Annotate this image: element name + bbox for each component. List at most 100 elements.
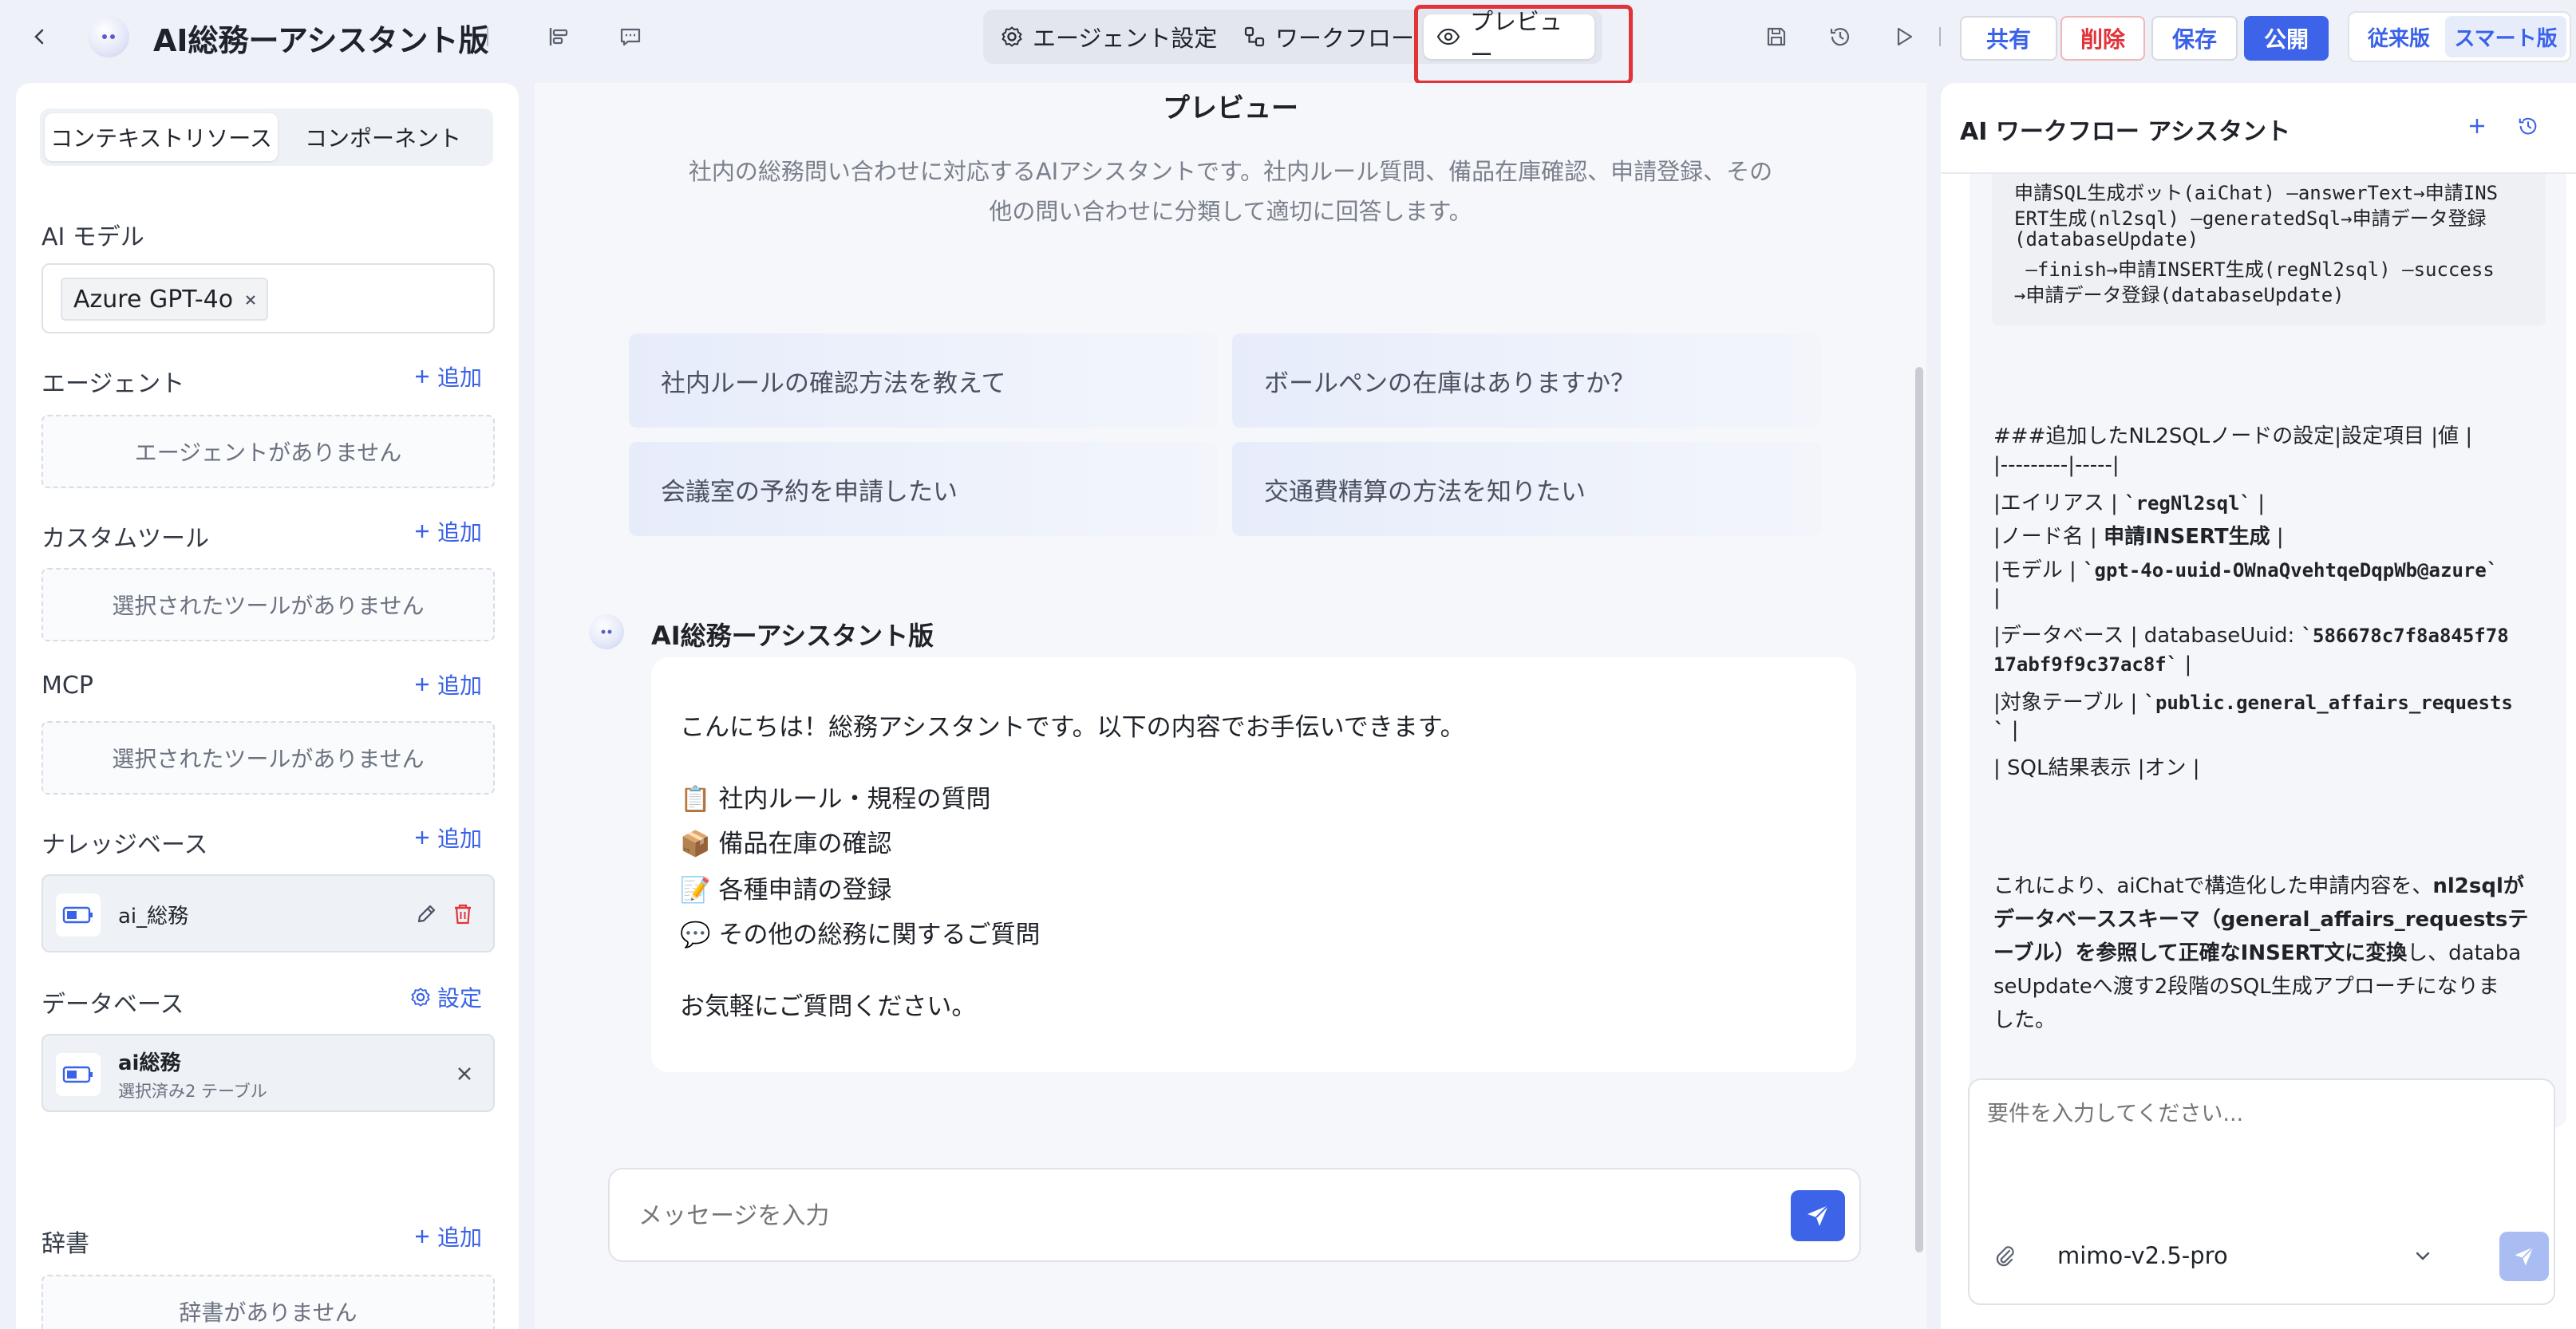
back-chevron-icon[interactable] — [24, 21, 56, 53]
message-list-item: 📦 備品在庫の確認 — [680, 823, 891, 859]
new-chat-plus-icon[interactable] — [2463, 112, 2491, 140]
table-row-db-cont: 17abf9f9c37ac8f` | — [1993, 653, 2191, 676]
model-selector[interactable]: mimo-v2.5-pro — [2057, 1238, 2440, 1273]
add-dictionary-link[interactable]: 追加 — [413, 1221, 482, 1252]
knowledge-item-name: ai_総務 — [118, 905, 189, 929]
workflow-icon — [1243, 26, 1266, 48]
model-tag-label: Azure GPT-4o — [73, 285, 234, 314]
message-list-item: 📝 各種申請の登録 — [680, 870, 891, 905]
mcp-empty: 選択されたツールがありません — [41, 721, 495, 795]
list-item-text: 備品在庫の確認 — [718, 830, 892, 858]
table-row-model: |モデル | `gpt-4o-uuid-OWnaQvehtqeDqpWb@azu… — [1993, 554, 2498, 583]
layout-align-icon[interactable] — [543, 21, 575, 53]
row-end: | — [2178, 653, 2192, 676]
add-custom-tool-link[interactable]: 追加 — [413, 515, 482, 547]
version-smart-option[interactable]: スマート版 — [2445, 16, 2566, 57]
ai-model-select[interactable]: Azure GPT-4o — [41, 263, 495, 333]
history-icon[interactable] — [1824, 21, 1856, 53]
run-play-icon[interactable] — [1888, 21, 1920, 53]
database-item[interactable]: ai総務 選択済み2 テーブル — [41, 1034, 495, 1112]
table-separator: |---------|-----| — [1993, 453, 2120, 477]
plus-icon — [413, 1228, 431, 1245]
chat-bubble-icon[interactable] — [614, 21, 646, 53]
mcp-title: MCP — [41, 672, 93, 700]
delete-button[interactable]: 削除 — [2060, 16, 2145, 61]
custom-tools-empty: 選択されたツールがありません — [41, 568, 495, 641]
top-toolbar: AI総務ーアシスタント版 エージェント設定 ワークフロー プレビュー 共有 削除… — [0, 0, 2576, 85]
bot-avatar-icon — [589, 614, 624, 649]
row-label: |ノード名 | — [1993, 525, 2104, 549]
suggestion-chip[interactable]: 会議室の予約を申請したい — [629, 442, 1218, 536]
speech-balloon-icon: 💬 — [680, 921, 711, 949]
tab-workflow[interactable]: ワークフロー — [1231, 14, 1427, 59]
table-row-table-cont: ` | — [1993, 718, 2018, 742]
publish-button[interactable]: 公開 — [2244, 16, 2329, 61]
share-button[interactable]: 共有 — [1960, 16, 2057, 61]
tab-agent-settings[interactable]: エージェント設定 — [988, 14, 1230, 59]
version-toggle: 従来版 スマート版 — [2348, 11, 2571, 62]
suggestion-chip[interactable]: ボールペンの在庫はありますか？ — [1232, 333, 1821, 428]
table-row-table: |対象テーブル | `public.general_affairs_reques… — [1993, 686, 2513, 716]
list-item-text: その他の総務に関するご質問 — [718, 921, 1041, 949]
close-icon[interactable] — [450, 1059, 479, 1088]
summary-bold: ーブル）を参照して正確なINSERT文に変換 — [1993, 941, 2408, 965]
preview-pane: プレビュー 社内の総務問い合わせに対応するAIアシスタントです。社内ルール質問、… — [535, 83, 1926, 1329]
send-button[interactable] — [1791, 1190, 1845, 1241]
row-label: |対象テーブル | — [1993, 691, 2144, 715]
assistant-input-box[interactable]: mimo-v2.5-pro — [1968, 1079, 2555, 1305]
message-input-box[interactable] — [608, 1168, 1861, 1262]
suggestion-chip[interactable]: 交通費精算の方法を知りたい — [1232, 442, 1821, 536]
segment-components[interactable]: コンポーネント — [278, 113, 488, 161]
message-input[interactable] — [638, 1193, 1740, 1238]
segment-context-resources[interactable]: コンテキストリソース — [45, 113, 278, 161]
row-value: `public.general_affairs_requests — [2143, 692, 2513, 714]
send-icon — [1808, 1205, 1829, 1226]
add-mcp-link[interactable]: 追加 — [413, 668, 482, 700]
title-divider — [487, 27, 488, 46]
summary-line: これにより、aiChatで構造化した申請内容を、nl2sqlが — [1993, 870, 2524, 899]
model-tag: Azure GPT-4o — [61, 278, 269, 321]
row-end: | — [2270, 525, 2284, 549]
add-agent-link[interactable]: 追加 — [413, 361, 482, 392]
assistant-send-button[interactable] — [2499, 1232, 2549, 1281]
add-label: 追加 — [437, 365, 482, 391]
list-item-text: 各種申請の登録 — [718, 876, 892, 905]
sidebar-segment-control: コンテキストリソース コンポーネント — [40, 108, 493, 166]
suggestion-chip[interactable]: 社内ルールの確認方法を教えて — [629, 333, 1218, 428]
dictionary-title: 辞書 — [41, 1230, 89, 1258]
database-item-sub: 選択済み2 テーブル — [118, 1082, 267, 1101]
bot-name: AI総務ーアシスタント版 — [651, 621, 934, 651]
save-button[interactable]: 保存 — [2151, 16, 2238, 61]
close-icon[interactable] — [243, 292, 259, 308]
database-settings-link[interactable]: 設定 — [410, 981, 482, 1013]
knowledge-item[interactable]: ai_総務 — [41, 874, 495, 952]
knowledge-base-title: ナレッジベース — [41, 831, 208, 859]
save-draft-icon[interactable] — [1760, 21, 1792, 53]
row-value: `586678c7f8a845f78 — [2301, 625, 2509, 647]
ai-model-title: AI モデル — [41, 223, 144, 251]
summary-line: した。 — [1993, 1008, 2056, 1032]
code-line: ERT生成(nl2sql) —generatedSql→申請データ登録 — [2014, 207, 2487, 230]
agents-empty: エージェントがありません — [41, 415, 495, 488]
edit-pencil-icon[interactable] — [412, 900, 441, 929]
preview-scrollbar[interactable] — [1915, 367, 1923, 1252]
plus-icon — [413, 523, 431, 540]
summary-bold: nl2sqlが — [2432, 874, 2524, 898]
gear-icon — [410, 987, 431, 1008]
requirement-input[interactable] — [1987, 1096, 2538, 1192]
code-line: —finish→申請INSERT生成(regNl2sql) —success — [2014, 258, 2495, 281]
row-end: | — [2005, 718, 2019, 742]
agents-title: エージェント — [41, 370, 185, 398]
add-knowledge-link[interactable]: 追加 — [413, 822, 482, 854]
paperclip-icon[interactable] — [1989, 1240, 2021, 1272]
history-icon[interactable] — [2514, 112, 2542, 140]
table-header-line: ###追加したNL2SQLノードの設定|設定項目 |値 | — [1993, 424, 2473, 448]
version-classic-option[interactable]: 従来版 — [2353, 16, 2445, 57]
toolbar-divider — [1939, 27, 1941, 46]
row-end: | — [2251, 491, 2266, 515]
trash-icon[interactable] — [448, 900, 477, 929]
summary-line: データベーススキーマ（general_affairs_requestsテ — [1993, 908, 2529, 932]
workflow-assistant-panel: AI ワークフロー アシスタント 申請SQL生成ボット(aiChat) —ans… — [1941, 83, 2576, 1329]
add-label: 追加 — [437, 826, 482, 852]
add-label: 追加 — [437, 1224, 482, 1251]
